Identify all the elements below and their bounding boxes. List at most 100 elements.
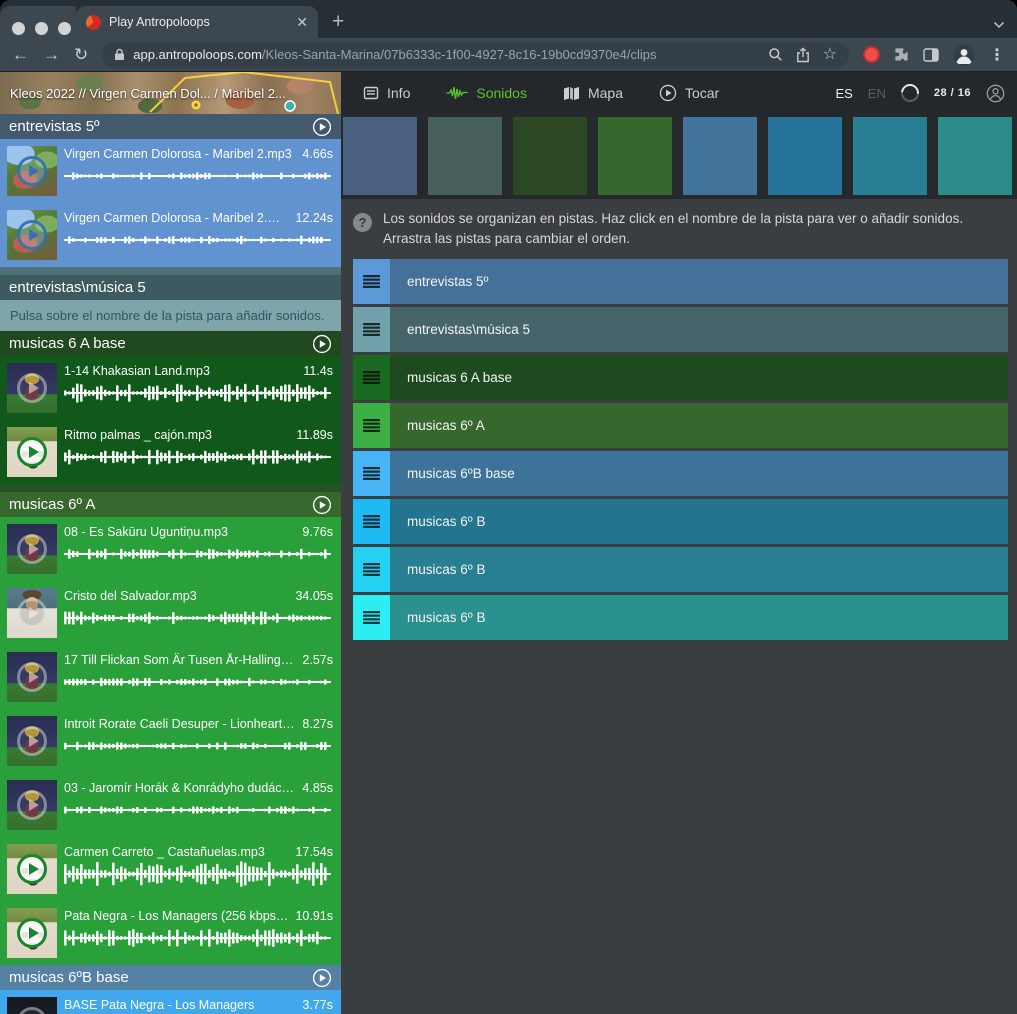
audio-clip[interactable]: 08 - Es Sakūru Uguntiņu.mp39.76s [0, 517, 341, 581]
bookmark-star-icon[interactable]: ☆ [823, 47, 837, 63]
browser-menu-icon[interactable]: ⋮ [989, 45, 1005, 65]
audio-clip[interactable]: Virgen Carmen Dolorosa - Maribel 2.mp312… [0, 203, 341, 267]
audio-clip[interactable]: 03 - Jaromír Horák & Konrádyho dudácká .… [0, 773, 341, 837]
audio-clip[interactable]: Virgen Carmen Dolorosa - Maribel 2.mp34.… [0, 139, 341, 203]
track-play-all-icon[interactable] [312, 968, 332, 988]
drag-handle-icon[interactable] [353, 307, 390, 352]
track-row[interactable]: musicas 6º A [353, 403, 1008, 448]
tab-close-icon[interactable]: ✕ [296, 14, 308, 31]
track-row[interactable]: musicas 6º B [353, 595, 1008, 640]
nav-label: Info [387, 85, 410, 101]
track-color-tile[interactable] [683, 117, 757, 195]
track-row-label: entrevistas\música 5 [407, 322, 530, 337]
tab-info[interactable]: Info [363, 85, 410, 101]
clip-play-overlay-icon[interactable] [17, 726, 47, 756]
audio-clip[interactable]: Ritmo palmas _ cajón.mp311.89s [0, 420, 341, 484]
breadcrumb[interactable]: Kleos 2022 // Virgen Carmen Dol... / Mar… [0, 72, 341, 114]
zoom-window-button[interactable] [58, 22, 71, 35]
drag-handle-icon[interactable] [353, 499, 390, 544]
account-icon[interactable] [986, 84, 1005, 103]
track-row[interactable]: musicas 6º B [353, 499, 1008, 544]
track-section-title: entrevistas\música 5 [9, 279, 332, 296]
track-section-header[interactable]: musicas 6ºB base [0, 965, 341, 990]
back-button[interactable]: ← [12, 46, 29, 63]
clip-play-overlay-icon[interactable] [17, 373, 47, 403]
track-color-tile[interactable] [513, 117, 587, 195]
lang-es-button[interactable]: ES [835, 86, 852, 101]
track-row-label: entrevistas 5º [407, 274, 488, 289]
track-section-header[interactable]: entrevistas 5º [0, 114, 341, 139]
track-section-header[interactable]: musicas 6º A [0, 492, 341, 517]
forward-button[interactable]: → [43, 46, 60, 63]
clip-play-overlay-icon[interactable] [17, 662, 47, 692]
profile-avatar[interactable] [953, 44, 975, 66]
minimize-window-button[interactable] [35, 22, 48, 35]
audio-clip[interactable]: BASE Pata Negra - Los Managers3.77s [0, 990, 341, 1014]
clip-play-overlay-icon[interactable] [17, 1007, 47, 1014]
browser-tab[interactable]: Play Antropoloops ✕ [76, 6, 318, 38]
clip-thumbnail-dog [7, 844, 57, 894]
track-color-tile[interactable] [768, 117, 842, 195]
tab-overflow-chevron-icon[interactable] [993, 16, 1005, 34]
clip-play-overlay-icon[interactable] [17, 598, 47, 628]
new-tab-button[interactable]: + [332, 8, 344, 36]
close-window-button[interactable] [12, 22, 25, 35]
waveform [64, 163, 333, 191]
info-icon [363, 85, 379, 101]
clip-duration: 17.54s [295, 845, 333, 859]
audio-clip[interactable]: Cristo del Salvador.mp334.05s [0, 581, 341, 645]
clip-play-overlay-icon[interactable] [17, 918, 47, 948]
tab-favicon-icon [86, 15, 101, 30]
app-header: Kleos 2022 // Virgen Carmen Dol... / Mar… [0, 72, 1017, 114]
track-row[interactable]: entrevistas 5º [353, 259, 1008, 304]
audio-clip[interactable]: Carmen Carreto _ Castañuelas.mp317.54s [0, 837, 341, 901]
track-play-all-icon[interactable] [312, 334, 332, 354]
track-section-header[interactable]: entrevistas\música 5 [0, 275, 341, 300]
zoom-icon[interactable] [768, 47, 783, 62]
drag-handle-icon[interactable] [353, 595, 390, 640]
audio-clip[interactable]: Introit Rorate Caeli Desuper - Lionheart… [0, 709, 341, 773]
track-color-tile[interactable] [598, 117, 672, 195]
track-row[interactable]: musicas 6º B [353, 547, 1008, 592]
track-row[interactable]: musicas 6ºB base [353, 451, 1008, 496]
track-color-tile[interactable] [428, 117, 502, 195]
clip-play-overlay-icon[interactable] [17, 790, 47, 820]
section-footer [0, 484, 341, 492]
audio-clip[interactable]: Pata Negra - Los Managers (256 kbps).mp3… [0, 901, 341, 965]
track-row[interactable]: entrevistas\música 5 [353, 307, 1008, 352]
extensions-puzzle-icon[interactable] [894, 47, 909, 62]
clip-play-overlay-icon[interactable] [17, 854, 47, 884]
audio-clip[interactable]: 17 Till Flickan Som Är Tusen År-Halling … [0, 645, 341, 709]
tab-title: Play Antropoloops [109, 15, 288, 29]
clip-title: Cristo del Salvador.mp3 [64, 589, 289, 603]
track-section-title: musicas 6º A [9, 496, 312, 513]
sidebar-section: musicas 6ºB baseBASE Pata Negra - Los Ma… [0, 965, 341, 1014]
clip-play-overlay-icon[interactable] [17, 437, 47, 467]
track-play-all-icon[interactable] [312, 495, 332, 515]
clip-play-overlay-icon[interactable] [17, 534, 47, 564]
track-color-tile[interactable] [343, 117, 417, 195]
side-panel-icon[interactable] [923, 48, 939, 62]
drag-handle-icon[interactable] [353, 403, 390, 448]
clip-play-overlay-icon[interactable] [17, 220, 47, 250]
clip-play-overlay-icon[interactable] [17, 156, 47, 186]
share-icon[interactable] [796, 47, 810, 63]
tab-tocar[interactable]: Tocar [659, 84, 719, 102]
drag-handle-icon[interactable] [353, 355, 390, 400]
track-row[interactable]: musicas 6 A base [353, 355, 1008, 400]
track-play-all-icon[interactable] [312, 117, 332, 137]
reload-button[interactable]: ↻ [74, 46, 88, 63]
tab-sonidos[interactable]: Sonidos [446, 85, 527, 101]
drag-handle-icon[interactable] [353, 451, 390, 496]
lang-en-button[interactable]: EN [868, 86, 886, 101]
drag-handle-icon[interactable] [353, 259, 390, 304]
tab-mapa[interactable]: Mapa [563, 85, 623, 101]
track-section-header[interactable]: musicas 6 A base [0, 331, 341, 356]
clip-duration: 8.27s [302, 717, 333, 731]
track-color-tile[interactable] [938, 117, 1012, 195]
drag-handle-icon[interactable] [353, 547, 390, 592]
track-color-tile[interactable] [853, 117, 927, 195]
audio-clip[interactable]: 1-14 Khakasian Land.mp311.4s [0, 356, 341, 420]
screen-record-indicator-icon[interactable] [863, 46, 880, 63]
address-bar[interactable]: app.antropoloops.com /Kleos-Santa-Marina… [102, 42, 849, 68]
